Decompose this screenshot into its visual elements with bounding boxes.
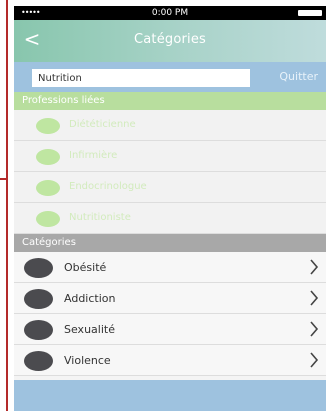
category-label: Sexualité xyxy=(64,323,115,336)
profession-item-nutritioniste[interactable]: Nutritioniste xyxy=(14,203,326,234)
profession-label: Nutritioniste xyxy=(69,212,131,223)
category-label: Violence xyxy=(64,354,111,367)
navigation-bar: < Catégories xyxy=(14,20,326,62)
profession-dot-icon xyxy=(36,211,60,227)
categories-list: Obésité Addiction Sexualité Violence xyxy=(14,252,326,376)
battery-icon xyxy=(298,10,322,16)
mobile-screen: ••••• 0:00 PM < Catégories Quitter Profe… xyxy=(14,6,326,411)
status-time: 0:00 PM xyxy=(151,8,189,18)
profession-dot-icon xyxy=(36,149,60,165)
profession-item-dieteticienne[interactable]: Diététicienne xyxy=(14,110,326,141)
chevron-right-icon xyxy=(310,352,319,368)
category-dot-icon xyxy=(24,351,53,371)
chevron-right-icon xyxy=(310,321,319,337)
category-item-addiction[interactable]: Addiction xyxy=(14,283,326,314)
professions-section-header: Professions liées xyxy=(14,92,326,110)
category-dot-icon xyxy=(24,320,53,340)
profession-dot-icon xyxy=(36,118,60,134)
category-label: Obésité xyxy=(64,261,107,274)
status-bar: ••••• 0:00 PM xyxy=(14,6,326,20)
search-bar: Quitter xyxy=(14,62,326,92)
category-item-sexualite[interactable]: Sexualité xyxy=(14,314,326,345)
chevron-right-icon xyxy=(310,290,319,306)
quit-button[interactable]: Quitter xyxy=(279,70,318,83)
screenshot-canvas: ••••• 0:00 PM < Catégories Quitter Profe… xyxy=(0,0,326,411)
categories-section-header: Catégories xyxy=(14,234,326,252)
page-title: Catégories xyxy=(133,32,207,47)
category-item-violence[interactable]: Violence xyxy=(14,345,326,376)
profession-label: Diététicienne xyxy=(69,119,136,130)
category-dot-icon xyxy=(24,258,53,278)
professions-list: Diététicienne Infirmière Endocrinologue … xyxy=(14,110,326,234)
left-red-rule xyxy=(6,0,8,411)
profession-item-infirmiere[interactable]: Infirmière xyxy=(14,141,326,172)
search-input[interactable] xyxy=(32,69,250,87)
category-dot-icon xyxy=(24,289,53,309)
chevron-right-icon xyxy=(310,259,319,275)
profession-label: Infirmière xyxy=(69,150,118,161)
profession-item-endocrinologue[interactable]: Endocrinologue xyxy=(14,172,326,203)
profession-dot-icon xyxy=(36,180,60,196)
footer-band xyxy=(14,380,326,411)
category-item-obesite[interactable]: Obésité xyxy=(14,252,326,283)
profession-label: Endocrinologue xyxy=(69,181,147,192)
left-red-tick xyxy=(0,178,8,180)
category-label: Addiction xyxy=(64,292,116,305)
